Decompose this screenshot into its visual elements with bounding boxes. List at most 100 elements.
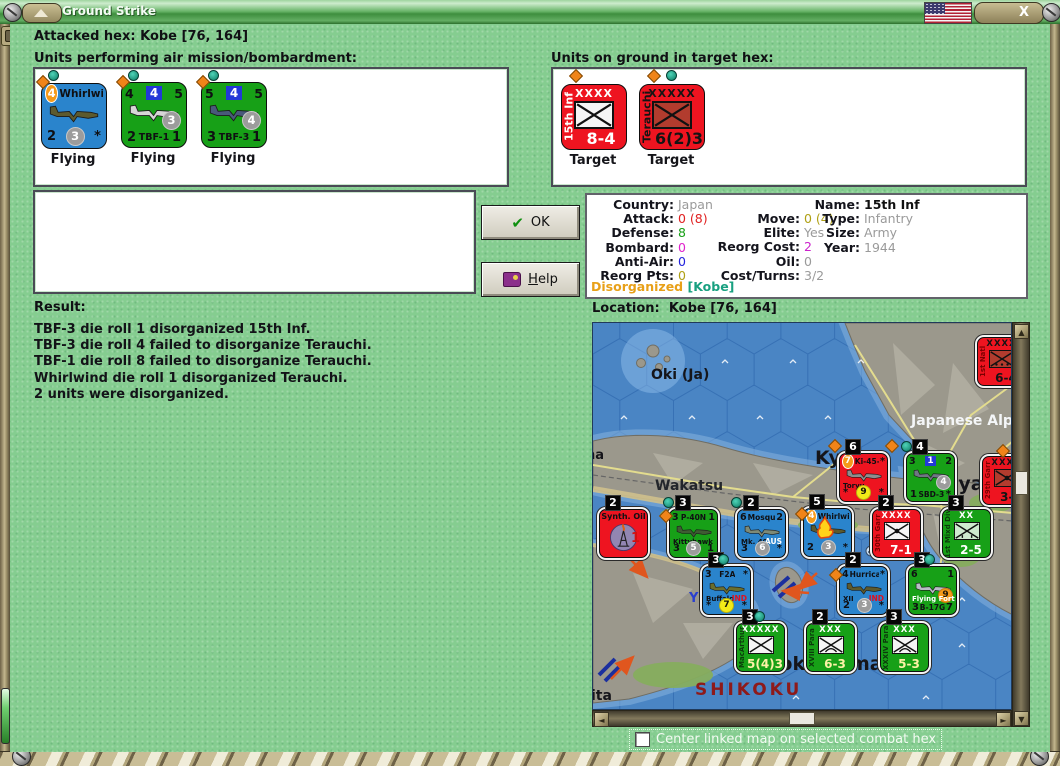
info-row-attack: Attack: 0 (8) — [623, 211, 708, 227]
unit-cell-tbf-3: 5 4 5 4 3 TBF-3 1 Flying — [195, 69, 267, 167]
unit-counter-tbf-3[interactable]: 5 4 5 4 3 TBF-3 1 — [201, 82, 267, 148]
air-units-panel: 4Whirlwind*23*Flying44532TBF-11Flying545… — [33, 67, 509, 187]
info-row-year: Year: 1944 — [824, 239, 896, 255]
window-frame-bottom — [0, 751, 1060, 766]
unit-state-label: Target — [569, 153, 617, 168]
window-title: Ground Strike — [62, 4, 157, 18]
combat-map[interactable]: Oki (Ja)Japanese AlpsWakatsuKyotoNagoyaT… — [592, 322, 1012, 710]
close-icon: X — [1018, 5, 1029, 20]
info-row-antiair: Anti-Air: 0 — [614, 253, 686, 269]
help-button[interactable]: Help — [481, 262, 580, 297]
info-row-name: Name: 15th Inf — [814, 197, 920, 212]
message-panel — [33, 190, 476, 294]
unit-counter-terauchi[interactable]: Terauchi XXXXX 6(2)3 — [639, 84, 705, 150]
close-button[interactable]: X — [974, 2, 1044, 24]
unit-counter-synth-oil[interactable]: Synth. Oil 1 — [599, 509, 648, 558]
unit-counter-1st-mixd-div[interactable]: 1st Mixd Div XX 2-5 — [942, 509, 991, 558]
unit-info-col3: Name: 15th Inf Type: Infantry Size: Army Year:… — [808, 197, 920, 255]
unit-counter-p-40n[interactable]: 3P-40N1Kittyhawk351 — [669, 509, 718, 558]
unit-counter-30th-garr[interactable]: 30th Garr XXXX 7-1 — [872, 509, 921, 558]
map-label-coast-na: na — [593, 448, 605, 463]
unit-counter-15th-inf[interactable]: 15th Inf XXXX 8-4 — [561, 84, 627, 150]
location-header: Location: Kobe [76, 164] — [592, 301, 777, 316]
unit-counter-whirlwind[interactable]: 4Whirlwind*23* — [41, 82, 107, 149]
ground-panel-title: Units on ground in target hex: — [551, 51, 774, 66]
status-dot-marker — [48, 70, 59, 81]
unit-counter-whirlwind-map[interactable]: 4Whirlwind*23* — [803, 508, 852, 557]
info-row-country: Country: Japan — [613, 197, 713, 212]
unit-counter-xxxiv-para[interactable]: XXXIV Para XXX 5-3 — [880, 623, 929, 672]
map-label-oki: Oki (Ja) — [651, 367, 710, 383]
scroll-down-button[interactable]: ▼ — [1014, 711, 1029, 726]
unit-counter-tbf-1[interactable]: 4 4 5 3 2 TBF-1 1 — [121, 82, 187, 148]
stack-count-badge: 2 — [605, 495, 621, 511]
window-frame-right — [1050, 24, 1060, 766]
result-title: Result: — [34, 300, 86, 315]
stack-count-badge: 2 — [812, 609, 828, 625]
unit-symbol-icon — [883, 522, 910, 540]
result-line: TBF-3 die roll 1 disorganized 15th Inf. — [34, 322, 311, 337]
unit-counter-29th-garr[interactable]: 29th GarrXXXX3-1 — [982, 456, 1011, 505]
screw-icon — [3, 3, 22, 22]
unit-symbol-icon — [993, 469, 1011, 487]
status-dot-marker — [128, 70, 139, 81]
info-row-defense: Defense: 8 — [611, 225, 686, 241]
map-vertical-scrollbar[interactable]: ▲ ▼ — [1012, 322, 1030, 727]
ground-units-panel: 15th Inf XXXX 8-4 Target Terauchi XXXXX 6(2)3 T… — [551, 67, 1027, 187]
vertical-scroll-thumb[interactable] — [1015, 471, 1028, 495]
stack-count-badge: 3 — [948, 495, 964, 511]
unit-cell-tbf-1: 4 4 5 3 2 TBF-1 1 Flying — [115, 69, 187, 167]
status-text: [Kobe] — [683, 279, 735, 294]
location-label: Location: — [592, 301, 660, 316]
stack-count-badge: 4 — [912, 439, 928, 455]
status-dot-marker — [663, 497, 674, 508]
status-dot-marker — [901, 441, 912, 452]
horizontal-scroll-thumb[interactable] — [789, 712, 815, 725]
aircraft-icon — [44, 101, 104, 127]
unit-symbol-icon — [747, 636, 774, 654]
unit-status-line: Disorganized [Kobe] — [591, 279, 734, 294]
result-line: 2 units were disorganized. — [34, 386, 229, 402]
status-dot-marker — [754, 611, 765, 622]
stack-count-badge: 6 — [845, 439, 861, 455]
unit-counter-hurricane-xii[interactable]: 4Hurricane*XIIIND23* — [839, 566, 888, 615]
center-map-checkbox-row[interactable]: Center linked map on selected combat hex — [629, 729, 943, 750]
orange-diamond-marker — [568, 68, 584, 84]
unit-state-label: Flying — [210, 151, 256, 166]
unit-counter-macarthur[interactable]: MacArthur XXXXX 5(4)3 — [736, 623, 785, 672]
status-dot-marker — [666, 70, 677, 81]
scroll-up-button[interactable]: ▲ — [1014, 324, 1029, 339]
title-bar[interactable]: Ground Strike X — [0, 0, 1060, 25]
unit-counter-f2a-buffalo[interactable]: 3 F2A * Buffalo IND * 7 * — [702, 566, 751, 615]
unit-counter-xviii-para[interactable]: XVIII Para XXX 6-3 — [806, 623, 855, 672]
info-row-size: Size: Army — [825, 225, 898, 241]
map-label-coast-ita: ita — [592, 688, 612, 704]
center-map-checkbox-label: Center linked map on selected combat hex — [656, 732, 937, 747]
unit-symbol-icon — [891, 636, 918, 654]
scroll-right-button[interactable]: ► — [996, 712, 1011, 727]
unit-state-label: Flying — [130, 151, 176, 166]
map-label-japanese-alps: Japanese Alps — [911, 413, 1012, 429]
check-icon: ✔ — [511, 213, 524, 232]
window-frame-left — [0, 24, 10, 766]
result-line: Whirlwind die roll 1 disorganized Terauc… — [34, 370, 348, 386]
map-horizontal-scrollbar[interactable]: ◄ ► — [592, 710, 1012, 727]
stack-count-badge: 3 — [675, 495, 691, 511]
result-line: TBF-1 die roll 8 failed to disorganize T… — [34, 354, 372, 370]
orange-diamond-marker — [884, 438, 900, 454]
stack-count-badge: 5 — [809, 494, 825, 510]
scroll-left-button[interactable]: ◄ — [594, 712, 609, 727]
unit-cell-whirlwind: 4Whirlwind*23* Flying — [35, 69, 107, 167]
ok-button[interactable]: ✔ OK — [481, 205, 580, 240]
unit-symbol-icon — [817, 636, 844, 654]
window-menu-button[interactable] — [22, 3, 62, 23]
map-label-sea-y: Y — [689, 591, 699, 606]
unit-counter-mosquito[interactable]: 6Mosquito2Mk. 40AUS36* — [737, 509, 786, 558]
unit-counter-b-17g[interactable]: 6 1 9 Flying Fort 3 B-17G 7 — [908, 566, 957, 615]
map-label-wakatsu: Wakatsu — [655, 478, 724, 494]
location-value: Kobe [76, 164] — [668, 301, 777, 316]
result-line: TBF-3 die roll 4 failed to disorganize T… — [34, 338, 372, 354]
stack-count-badge: 3 — [886, 609, 902, 625]
unit-counter-1st-natl[interactable]: 1st NatlXXXX6-4 — [977, 337, 1011, 386]
center-map-checkbox[interactable] — [635, 732, 650, 747]
